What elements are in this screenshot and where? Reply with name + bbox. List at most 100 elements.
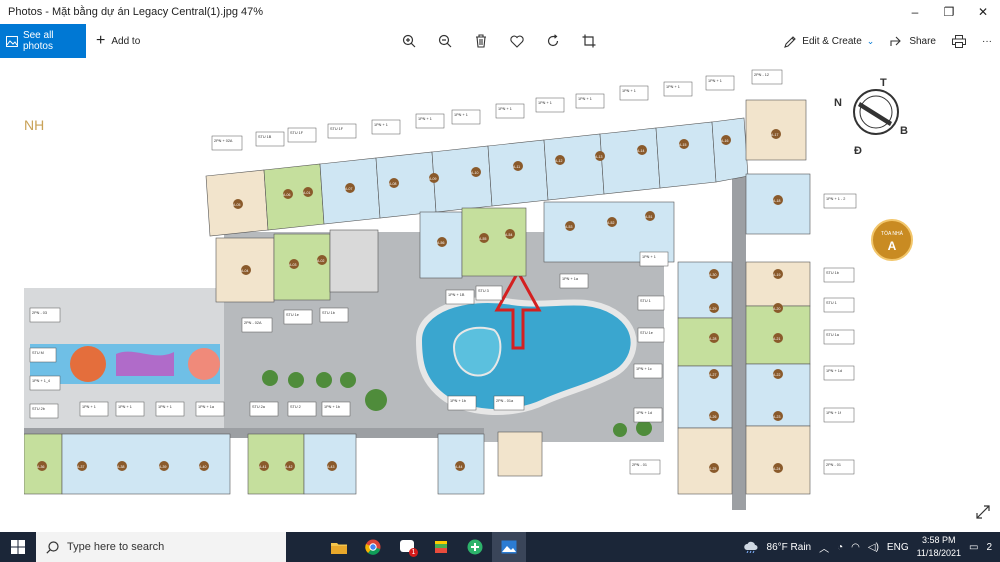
unit-code: A-26	[709, 415, 716, 419]
info-label: 1PN + 1d	[636, 411, 652, 415]
info-label: 1PN + 1c	[636, 367, 652, 371]
windows-icon	[11, 540, 25, 554]
info-label: STU 2b	[32, 407, 45, 411]
chevron-up-icon[interactable]: ︿	[819, 540, 829, 555]
unit-code: A-25	[709, 467, 716, 471]
info-label: STU 1b	[322, 311, 335, 315]
delete-button[interactable]	[470, 30, 492, 52]
photo-canvas[interactable]: NH N T B Đ TÒA NHÀ A A-06 A-07 A-08 A-09…	[23, 62, 976, 510]
messaging-app[interactable]: 1	[390, 532, 424, 562]
minimize-button[interactable]: –	[898, 0, 932, 24]
language-indicator[interactable]: ENG	[887, 542, 909, 553]
right-tools: Edit & Create ⌄ Share ···	[784, 24, 992, 58]
add-to-button[interactable]: + Add to	[96, 33, 140, 49]
info-label: 1PN + 1	[82, 405, 96, 409]
share-label: Share	[909, 35, 936, 47]
unit-code: A-01	[303, 191, 310, 195]
share-button[interactable]: Share	[890, 35, 936, 47]
edit-create-button[interactable]: Edit & Create ⌄	[784, 35, 874, 48]
unit-code: A-37	[77, 465, 84, 469]
taskbar-search[interactable]: Type here to search	[36, 532, 286, 562]
unit-code: A-51	[645, 215, 652, 219]
notification-count: 2	[986, 541, 992, 553]
playground-circle-1	[70, 346, 106, 382]
unit-code: A-15	[679, 143, 686, 147]
taskbar: Type here to search 1 86°F Rain ︿ ◔ ◠ ◁)…	[0, 532, 1000, 562]
printer-icon	[952, 34, 966, 48]
plus-icon: +	[96, 32, 106, 49]
file-explorer-app[interactable]	[322, 532, 356, 562]
bluestacks-app[interactable]	[424, 532, 458, 562]
info-label: STU 1F	[290, 131, 304, 135]
playground-circle-2	[188, 348, 220, 380]
info-label: 1PN + 1	[418, 117, 432, 121]
info-label: 1PN + 1	[454, 113, 468, 117]
plus-app[interactable]	[458, 532, 492, 562]
chrome-app[interactable]	[356, 532, 390, 562]
gallery-icon	[6, 35, 18, 47]
info-label: 1PN + 1 - 2	[826, 197, 845, 201]
clock[interactable]: 3:58 PM 11/18/2021	[917, 534, 961, 560]
zoom-out-button[interactable]	[434, 30, 456, 52]
info-label: STU 3	[478, 289, 489, 293]
info-label: STU 1b	[826, 271, 839, 275]
window-title: Photos - Mặt bằng dự án Legacy Central(1…	[8, 6, 264, 18]
info-label: STU 1	[640, 299, 651, 303]
clock-time: 3:58 PM	[922, 535, 956, 545]
folder-icon	[331, 542, 347, 554]
close-button[interactable]: ✕	[966, 0, 1000, 24]
pinned-apps: 1	[322, 532, 526, 562]
wifi-icon[interactable]: ◠	[851, 542, 860, 553]
photos-app[interactable]	[492, 532, 526, 562]
info-label: 2PN - 12	[754, 73, 769, 77]
start-button[interactable]	[0, 532, 36, 562]
info-label: 1PN + 1	[158, 405, 172, 409]
unit-code: A-22	[773, 373, 780, 377]
rotate-button[interactable]	[542, 30, 564, 52]
more-options-button[interactable]: ···	[982, 36, 992, 47]
unit-code: A-16	[721, 139, 728, 143]
unit-code: A-28	[709, 337, 716, 341]
unit-code: A-17	[771, 133, 778, 137]
unit-code: A-18	[773, 199, 780, 203]
favorite-button[interactable]	[506, 30, 528, 52]
rotate-icon	[547, 34, 559, 47]
volume-icon[interactable]: ◁)	[868, 542, 879, 553]
weather-text[interactable]: 86°F Rain	[767, 542, 812, 553]
unit-code: A-07	[345, 187, 352, 191]
bottom-unit-row	[23, 431, 543, 495]
center-tools	[398, 24, 600, 58]
share-icon	[890, 36, 902, 46]
info-label: 2PN - 01	[826, 463, 841, 467]
unit-code: A-14	[637, 149, 644, 153]
unit-code: A-03	[289, 263, 296, 267]
window-controls: – ❐ ✕	[898, 0, 1000, 24]
search-icon	[46, 540, 59, 554]
unit-code: A-19	[773, 273, 780, 277]
unit-code: A-13	[595, 155, 602, 159]
notification-center-icon[interactable]: ▭	[969, 542, 978, 553]
zoom-in-button[interactable]	[398, 30, 420, 52]
info-label: 1PN + 1	[118, 405, 132, 409]
crop-button[interactable]	[578, 30, 600, 52]
unit-code: A-38	[117, 465, 124, 469]
maximize-button[interactable]: ❐	[932, 0, 966, 24]
print-button[interactable]	[952, 34, 966, 48]
floor-plan-image: NH N T B Đ TÒA NHÀ A A-06 A-07 A-08 A-09…	[23, 62, 976, 510]
see-all-photos-button[interactable]: See all photos	[0, 24, 86, 58]
network-icon[interactable]: ◔	[837, 542, 843, 553]
info-label: 1PN + 1	[578, 97, 592, 101]
unit-code: A-21	[773, 337, 780, 341]
info-label: 2PN - 03	[32, 311, 47, 315]
info-label: STU 1e	[286, 313, 299, 317]
search-placeholder: Type here to search	[67, 541, 165, 553]
unit-code: A-55	[479, 237, 486, 241]
info-label: 2PN + 02A	[214, 139, 233, 143]
photos-window: Photos - Mặt bằng dự án Legacy Central(1…	[0, 0, 1000, 532]
zoom-in-icon	[402, 34, 416, 48]
unit-code: A-04	[241, 269, 248, 273]
unit-code: A-06	[283, 193, 290, 197]
fullscreen-button[interactable]	[976, 505, 990, 522]
chevron-down-icon: ⌄	[866, 35, 875, 46]
info-label: 2PN - 02A	[244, 321, 262, 325]
